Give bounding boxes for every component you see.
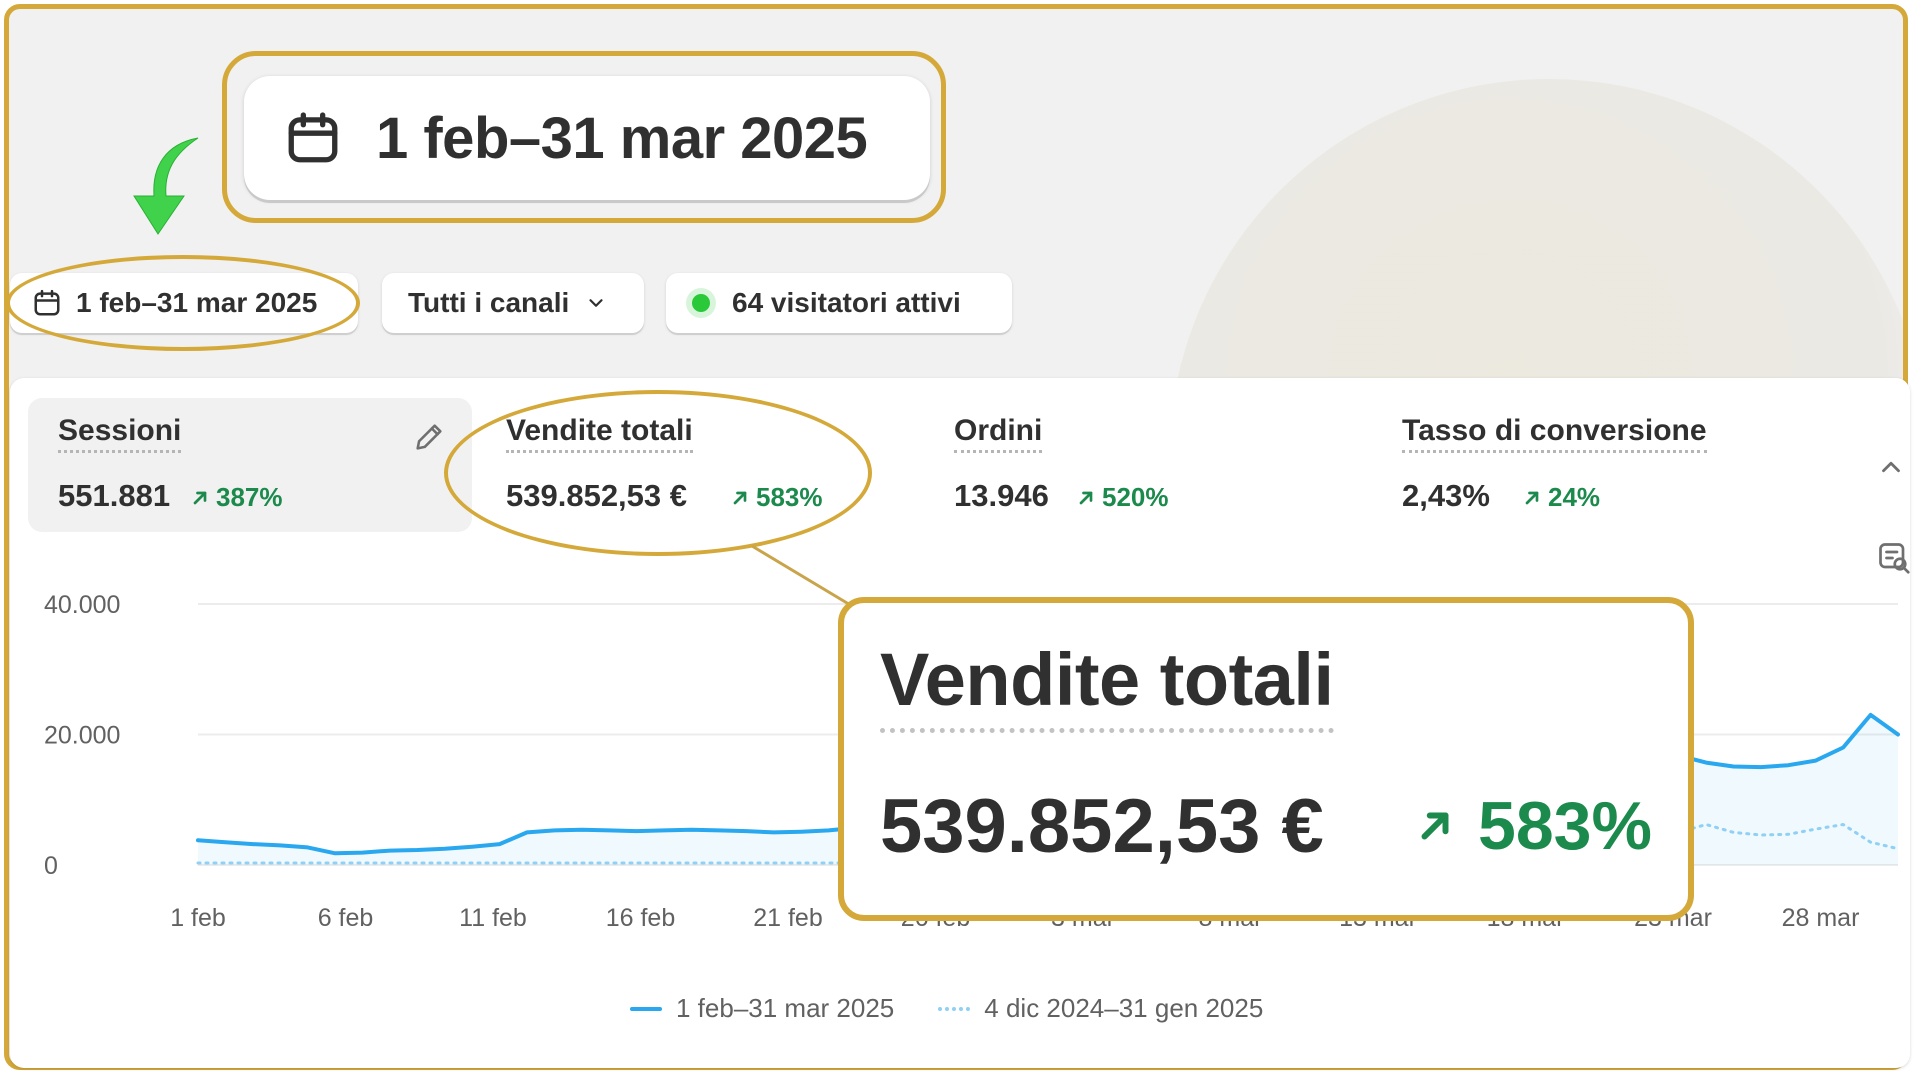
- x-tick-label: 21 feb: [753, 904, 823, 932]
- x-tick-label: 6 feb: [318, 904, 374, 932]
- y-tick-label: 0: [44, 852, 58, 880]
- vendite-zoom-callout: Vendite totali 539.852,53 € 583%: [838, 597, 1694, 921]
- vendite-highlight: [444, 390, 872, 556]
- x-tick-label: 28 mar: [1782, 904, 1860, 932]
- legend-item-current[interactable]: 1 feb–31 mar 2025: [630, 993, 894, 1024]
- y-tick-label: 40.000: [44, 591, 120, 619]
- x-tick-label: 1 feb: [170, 904, 226, 932]
- zoom-label: Vendite totali: [880, 637, 1334, 733]
- legend-item-previous[interactable]: 4 dic 2024–31 gen 2025: [938, 993, 1263, 1024]
- chart-legend: 1 feb–31 mar 2025 4 dic 2024–31 gen 2025: [630, 993, 1307, 1024]
- arrow-up-right-icon: [1421, 812, 1449, 840]
- zoom-value: 539.852,53 €: [880, 784, 1324, 869]
- x-tick-label: 16 feb: [606, 904, 676, 932]
- legend-label-current: 1 feb–31 mar 2025: [676, 993, 895, 1023]
- y-tick-label: 20.000: [44, 722, 120, 750]
- legend-label-previous: 4 dic 2024–31 gen 2025: [984, 993, 1264, 1023]
- legend-swatch-previous: [938, 1006, 971, 1011]
- zoom-delta: 583%: [1414, 787, 1652, 865]
- x-tick-label: 11 feb: [459, 904, 527, 932]
- zoom-delta-text: 583%: [1478, 788, 1652, 864]
- legend-swatch-current: [630, 1006, 662, 1011]
